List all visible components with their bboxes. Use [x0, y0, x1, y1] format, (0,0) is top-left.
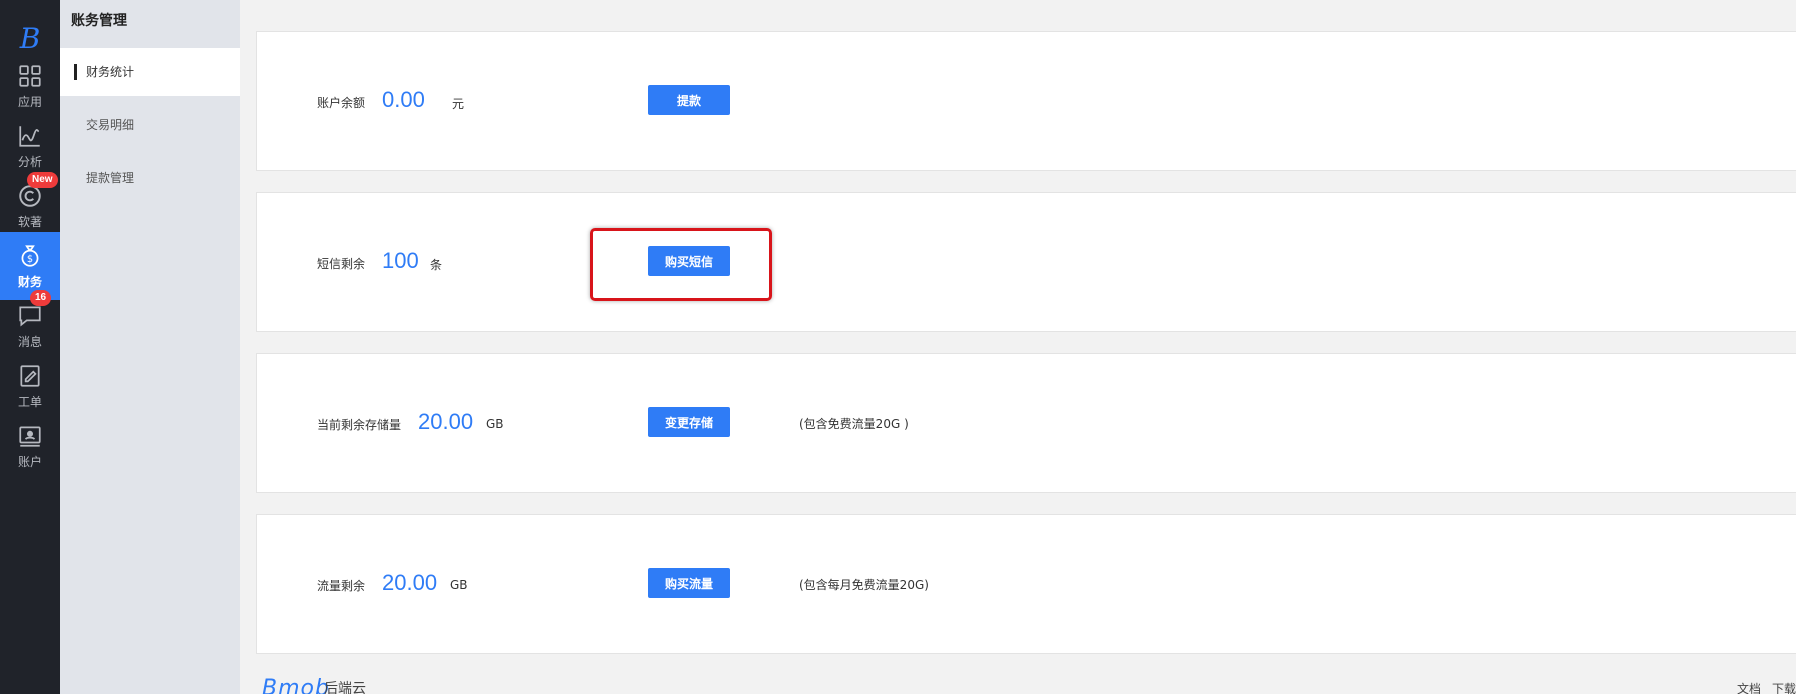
finance-sidebar: 账务管理 财务统计 交易明细 提款管理	[60, 0, 240, 694]
rail-item-label: 财务	[17, 274, 42, 289]
traffic-note: (包含每月免费流量20G)	[799, 578, 929, 592]
footer-brand-name: 后端云	[324, 681, 366, 694]
storage-unit: GB	[486, 417, 504, 431]
icon-rail: B 应用 分析 软著 New $ 财务 消息 16 工单 账户	[0, 0, 60, 694]
chat-icon	[19, 305, 41, 326]
footer-docs-link[interactable]: 文档	[1737, 680, 1761, 694]
new-badge: New	[27, 172, 58, 188]
account-card-icon	[19, 425, 41, 447]
rail-item-label: 工单	[17, 394, 42, 409]
buy-traffic-button[interactable]: 购买流量	[648, 568, 730, 598]
sms-unit: 条	[430, 258, 443, 272]
svg-text:$: $	[27, 253, 33, 264]
sms-label: 短信剩余	[317, 257, 366, 271]
rail-item-label: 软著	[17, 214, 42, 229]
grid-icon	[19, 64, 41, 87]
edit-doc-icon	[20, 364, 40, 387]
traffic-unit: GB	[450, 578, 468, 592]
rail-item-tickets[interactable]: 工单	[0, 352, 60, 420]
traffic-label: 流量剩余	[317, 579, 366, 593]
balance-label: 账户余额	[317, 96, 366, 110]
storage-label: 当前剩余存储量	[317, 418, 402, 432]
withdraw-button[interactable]: 提款	[648, 85, 730, 115]
message-count-badge: 16	[30, 290, 52, 306]
rail-item-account[interactable]: 账户	[0, 412, 60, 480]
rail-item-label: 分析	[17, 154, 42, 169]
buy-sms-button[interactable]: 购买短信	[648, 246, 730, 276]
sidebar-title: 账务管理	[71, 13, 127, 29]
sms-card: 短信剩余 100 条 购买短信	[256, 192, 1796, 332]
change-storage-button[interactable]: 变更存储	[648, 407, 730, 437]
traffic-value: 20.00	[382, 570, 438, 595]
sidebar-item-financial-stats[interactable]: 财务统计	[60, 48, 240, 96]
rail-item-apps[interactable]: 应用	[0, 52, 60, 120]
sidebar-item-withdrawals[interactable]: 提款管理	[60, 154, 240, 202]
balance-value: 0.00	[382, 87, 425, 112]
traffic-card: 流量剩余 20.00 GB 购买流量 (包含每月免费流量20G)	[256, 514, 1796, 654]
footer-logo: Bmob	[262, 676, 330, 694]
storage-value: 20.00	[418, 409, 474, 434]
sidebar-item-transactions[interactable]: 交易明细	[60, 101, 240, 149]
rail-item-messages[interactable]: 消息 16	[0, 290, 60, 360]
rail-item-copyright[interactable]: 软著 New	[0, 172, 60, 240]
chart-line-icon	[19, 125, 40, 147]
rail-item-label: 应用	[17, 94, 42, 109]
rail-item-label: 账户	[17, 454, 42, 469]
footer-download-link[interactable]: 下载	[1772, 680, 1796, 694]
rail-item-analytics[interactable]: 分析	[0, 112, 60, 180]
storage-note: (包含免费流量20G )	[799, 417, 909, 431]
balance-unit: 元	[452, 97, 465, 111]
storage-card: 当前剩余存储量 20.00 GB 变更存储 (包含免费流量20G )	[256, 353, 1796, 493]
balance-card: 账户余额 0.00 元 提款	[256, 31, 1796, 171]
money-bag-icon: $	[21, 244, 39, 267]
rail-item-finance[interactable]: $ 财务	[0, 232, 60, 300]
rail-item-label: 消息	[17, 334, 42, 349]
main-content: 账户余额 0.00 元 提款 短信剩余 100 条 购买短信 当前剩余存储量 2…	[240, 0, 1796, 694]
sms-value: 100	[382, 248, 419, 273]
